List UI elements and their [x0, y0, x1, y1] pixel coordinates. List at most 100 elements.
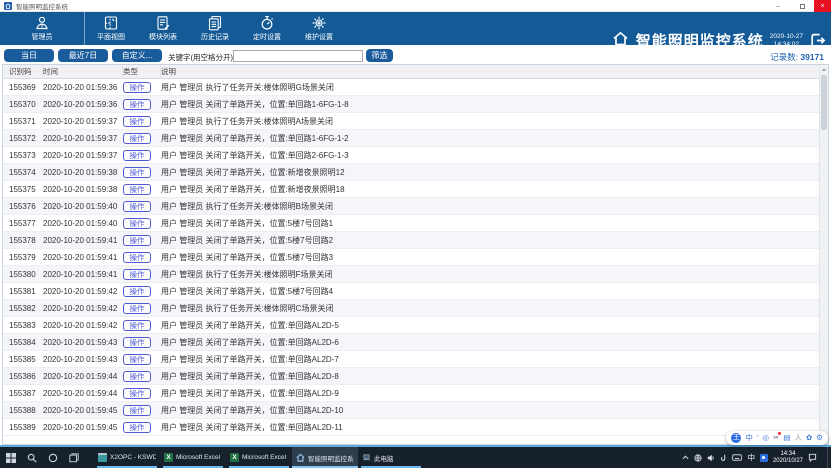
- row-id: 155379: [9, 249, 43, 265]
- ime-keyboard-icon[interactable]: ▤: [783, 431, 790, 445]
- row-type: 操作: [123, 266, 161, 282]
- ime-toolbar: 王 中 ’ ◎ ✂ ▤ 人 ✿ ⚙: [726, 431, 828, 445]
- column-header-type: 类型: [123, 65, 161, 79]
- ime-mode-icon[interactable]: 中: [745, 431, 753, 445]
- ime-settings-icon[interactable]: ⚙: [816, 431, 823, 445]
- row-type: 操作: [123, 368, 161, 384]
- nav-item-history[interactable]: 历史记录: [189, 12, 241, 45]
- minimize-button[interactable]: –: [766, 0, 790, 12]
- row-action-button[interactable]: 操作: [123, 371, 151, 382]
- ime-emoji-icon[interactable]: ◎: [763, 431, 770, 445]
- row-time: 2020-10-20 01:59:43: [43, 351, 123, 367]
- row-action-button[interactable]: 操作: [123, 167, 151, 178]
- table-row: 1553872020-10-20 01:59:44操作用户 管理员 关闭了单路开…: [3, 385, 819, 402]
- ime-screenshot-icon[interactable]: ✂: [773, 431, 779, 445]
- row-action-button[interactable]: 操作: [123, 320, 151, 331]
- tray-clock[interactable]: 14:342020/10/27: [773, 451, 803, 465]
- today-button[interactable]: 当日: [4, 49, 54, 62]
- scrollbar-thumb[interactable]: [821, 75, 827, 130]
- tray-ime-icon[interactable]: [760, 454, 768, 462]
- taskbar-app-excel-1[interactable]: X Microsoft Excel - ...: [160, 447, 226, 468]
- row-action-button[interactable]: 操作: [123, 235, 151, 246]
- tray-ime-mode[interactable]: 中: [747, 452, 755, 463]
- last7days-button[interactable]: 最近7日: [58, 49, 108, 62]
- scroll-up-arrow[interactable]: [820, 65, 828, 74]
- row-action-button[interactable]: 操作: [123, 184, 151, 195]
- ime-account-icon[interactable]: 人: [794, 431, 802, 445]
- close-button[interactable]: ×: [814, 0, 831, 12]
- row-type: 操作: [123, 164, 161, 180]
- ime-skin-icon[interactable]: ✿: [806, 431, 812, 445]
- taskbar-app-excel-2[interactable]: X Microsoft Excel - ...: [226, 447, 292, 468]
- row-time: 2020-10-20 01:59:37: [43, 130, 123, 146]
- show-desktop-button[interactable]: [827, 447, 831, 468]
- row-id: 155386: [9, 368, 43, 384]
- table-row: 1553822020-10-20 01:59:42操作用户 管理员 执行了任务开…: [3, 300, 819, 317]
- this-pc-icon: [362, 453, 371, 462]
- filter-button[interactable]: 筛选: [366, 49, 393, 62]
- row-action-button[interactable]: 操作: [123, 150, 151, 161]
- nav-item-admin[interactable]: 管理员: [0, 12, 85, 45]
- taskbar-app-x2opc[interactable]: X2OPC - KSWD.a...: [94, 447, 160, 468]
- task-view-icon[interactable]: [63, 447, 84, 468]
- keyword-input[interactable]: [233, 50, 363, 62]
- tray-volume-icon[interactable]: [707, 454, 715, 462]
- row-time: 2020-10-20 01:59:40: [43, 198, 123, 214]
- tray-pen-icon[interactable]: [720, 454, 727, 462]
- ime-punctuation-icon[interactable]: ’: [757, 431, 759, 445]
- row-time: 2020-10-20 01:59:44: [43, 385, 123, 401]
- nav-item-floor-plan[interactable]: 平面视图: [85, 12, 137, 45]
- row-description: 用户 管理员 关闭了单路开关，位置:5楼7号回路1: [161, 215, 819, 231]
- row-time: 2020-10-20 01:59:41: [43, 249, 123, 265]
- nav-item-label: 平面视图: [97, 32, 125, 42]
- row-id: 155388: [9, 402, 43, 418]
- nav-item-maintenance-settings[interactable]: 维护设置: [293, 12, 345, 45]
- row-action-button[interactable]: 操作: [123, 252, 151, 263]
- keyword-label: 关键字(用空格分开):: [168, 52, 235, 63]
- row-action-button[interactable]: 操作: [123, 133, 151, 144]
- cortana-icon[interactable]: [42, 447, 63, 468]
- row-action-button[interactable]: 操作: [123, 286, 151, 297]
- row-action-button[interactable]: 操作: [123, 388, 151, 399]
- table-row: 1553762020-10-20 01:59:40操作用户 管理员 执行了任务开…: [3, 198, 819, 215]
- nav-item-timer-settings[interactable]: 定时设置: [241, 12, 293, 45]
- row-action-button[interactable]: 操作: [123, 337, 151, 348]
- row-type: 操作: [123, 181, 161, 197]
- tray-chevron-up-icon[interactable]: [682, 454, 689, 461]
- row-action-button[interactable]: 操作: [123, 82, 151, 93]
- row-action-button[interactable]: 操作: [123, 116, 151, 127]
- row-type: 操作: [123, 334, 161, 350]
- row-time: 2020-10-20 01:59:40: [43, 215, 123, 231]
- row-time: 2020-10-20 01:59:36: [43, 96, 123, 112]
- maximize-button[interactable]: [790, 0, 814, 12]
- search-icon[interactable]: [21, 447, 42, 468]
- row-id: 155373: [9, 147, 43, 163]
- excel-icon: X: [164, 453, 173, 462]
- row-type: 操作: [123, 96, 161, 112]
- row-action-button[interactable]: 操作: [123, 201, 151, 212]
- action-center-icon[interactable]: [808, 453, 817, 462]
- row-action-button[interactable]: 操作: [123, 99, 151, 110]
- ime-logo-icon[interactable]: 王: [731, 433, 741, 443]
- row-action-button[interactable]: 操作: [123, 405, 151, 416]
- row-action-button[interactable]: 操作: [123, 422, 151, 433]
- vertical-scrollbar[interactable]: [819, 65, 828, 444]
- row-action-button[interactable]: 操作: [123, 269, 151, 280]
- main-navbar: 管理员 平面视图 模块列表 历史记录 定时设置: [0, 12, 831, 45]
- row-action-button[interactable]: 操作: [123, 303, 151, 314]
- row-action-button[interactable]: 操作: [123, 218, 151, 229]
- nav-item-module-list[interactable]: 模块列表: [137, 12, 189, 45]
- tray-keyboard-icon[interactable]: [732, 454, 742, 461]
- row-time: 2020-10-20 01:59:42: [43, 283, 123, 299]
- row-action-button[interactable]: 操作: [123, 354, 151, 365]
- floor-plan-icon: [103, 15, 119, 31]
- tray-network-icon[interactable]: [694, 454, 702, 462]
- custom-range-button[interactable]: 自定义...: [112, 49, 162, 62]
- taskbar-app-lighting-system[interactable]: 智能照明监控系统: [292, 447, 358, 468]
- row-description: 用户 管理员 执行了任务开关:楼体照明C场景关闭: [161, 300, 819, 316]
- row-description: 用户 管理员 关闭了单路开关，位置:单回路AL2D-10: [161, 402, 819, 418]
- row-description: 用户 管理员 关闭了单路开关，位置:新增夜景照明18: [161, 181, 819, 197]
- taskbar-app-this-pc[interactable]: 此电脑: [358, 447, 424, 468]
- timer-icon: [259, 15, 275, 31]
- start-button[interactable]: [0, 447, 21, 468]
